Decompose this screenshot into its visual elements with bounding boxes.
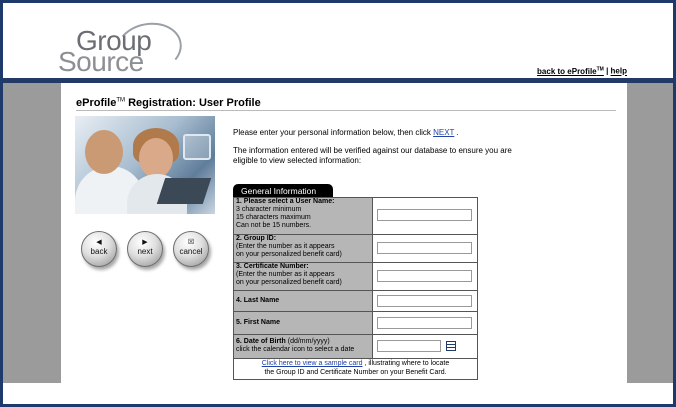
certificate-number-input[interactable]	[377, 270, 472, 282]
username-input[interactable]	[377, 209, 472, 221]
sample-card-text-2: the Group ID and Certificate Number on y…	[264, 369, 447, 376]
last-name-input[interactable]	[377, 295, 472, 307]
last-name-title: 4. Last Name	[236, 297, 280, 304]
first-name-title: 5. First Name	[236, 319, 280, 326]
group-id-hint-2: on your personalized benefit card)	[236, 251, 342, 258]
intro-text: Please enter your personal information b…	[233, 128, 434, 137]
general-information-tab: General Information	[233, 184, 333, 197]
back-link-text: back to eProfile	[537, 66, 597, 76]
groupsource-logo: Group Source	[58, 17, 186, 79]
username-label: 1. Please select a User Name: 3 characte…	[234, 198, 373, 234]
certificate-label: 3. Certificate Number: (Enter the number…	[234, 263, 373, 290]
nav-buttons: ◀ back ▶ next ☒ cancel	[81, 231, 221, 267]
form-row-group-id: 2. Group ID: (Enter the number as it app…	[234, 235, 477, 263]
title-prefix: eProfile	[76, 97, 117, 109]
dob-label: 6. Date of Birth (dd/mm/yyyy) click the …	[234, 335, 373, 358]
cancel-x-icon: ☒	[187, 239, 195, 246]
sample-card-text-1: , illustrating where to locate	[362, 360, 450, 367]
title-suffix: Registration: User Profile	[125, 97, 261, 109]
form-row-username: 1. Please select a User Name: 3 characte…	[234, 198, 477, 235]
sample-card-link[interactable]: Click here to view a sample card	[262, 360, 363, 367]
group-id-hint-1: (Enter the number as it appears	[236, 243, 335, 250]
form-row-date-of-birth: 6. Date of Birth (dd/mm/yyyy) click the …	[234, 335, 477, 359]
username-rule-1: 3 character minimum	[236, 206, 302, 213]
main-content: eProfileTM Registration: User Profile ◀ …	[61, 83, 627, 383]
group-id-input[interactable]	[377, 242, 472, 254]
back-label: back	[90, 247, 108, 256]
first-name-label: 5. First Name	[234, 312, 373, 334]
help-link[interactable]: help	[611, 67, 627, 76]
dob-hint: click the calendar icon to select a date	[236, 346, 355, 353]
link-separator: |	[603, 66, 611, 76]
couple-laptop-photo	[75, 116, 215, 214]
title-rule	[76, 110, 616, 111]
username-rule-3: Can not be 15 numbers.	[236, 222, 312, 229]
back-to-eprofile-link[interactable]: back to eProfileTM	[537, 66, 604, 76]
form-row-last-name: 4. Last Name	[234, 291, 477, 312]
dob-title: 6. Date of Birth	[236, 338, 286, 345]
certificate-hint-1: (Enter the number as it appears	[236, 271, 335, 278]
first-name-input[interactable]	[377, 317, 472, 329]
dob-input[interactable]	[377, 340, 441, 352]
page-frame: Group Source back to eProfileTM | help e…	[0, 0, 676, 407]
top-links: back to eProfileTM | help	[537, 66, 627, 76]
calendar-icon[interactable]	[446, 341, 456, 351]
form-row-first-name: 5. First Name	[234, 312, 477, 335]
username-rule-2: 15 characters maximum	[236, 214, 311, 221]
group-id-title: 2. Group ID:	[236, 235, 277, 242]
cancel-label: cancel	[179, 247, 203, 256]
dob-format: (dd/mm/yyyy)	[285, 338, 330, 345]
back-arrow-icon: ◀	[96, 239, 102, 246]
logo-word-source: Source	[58, 46, 144, 77]
certificate-hint-2: on your personalized benefit card)	[236, 279, 342, 286]
next-link[interactable]: NEXT	[433, 128, 454, 137]
username-title: 1. Please select a User Name:	[236, 198, 335, 205]
intro-instruction: Please enter your personal information b…	[233, 128, 459, 137]
intro-period: .	[454, 128, 459, 137]
next-arrow-icon: ▶	[142, 239, 148, 246]
verification-note: The information entered will be verified…	[233, 146, 512, 165]
back-button[interactable]: ◀ back	[81, 231, 117, 267]
page-title: eProfileTM Registration: User Profile	[76, 97, 261, 109]
form-row-certificate: 3. Certificate Number: (Enter the number…	[234, 263, 477, 291]
photo-man-head	[85, 130, 123, 174]
photo-woman-head	[139, 138, 173, 178]
back-link-tm: TM	[596, 66, 604, 72]
group-id-label: 2. Group ID: (Enter the number as it app…	[234, 235, 373, 262]
title-tm: TM	[116, 97, 126, 104]
lock-icon	[183, 134, 211, 160]
photo-laptop	[156, 178, 212, 204]
header: Group Source back to eProfileTM | help	[3, 3, 673, 79]
next-button[interactable]: ▶ next	[127, 231, 163, 267]
certificate-title: 3. Certificate Number:	[236, 263, 309, 270]
sample-card-note: Click here to view a sample card , illus…	[234, 359, 477, 379]
cancel-button[interactable]: ☒ cancel	[173, 231, 209, 267]
last-name-label: 4. Last Name	[234, 291, 373, 311]
next-label: next	[137, 247, 153, 256]
user-profile-form: 1. Please select a User Name: 3 characte…	[233, 197, 478, 380]
